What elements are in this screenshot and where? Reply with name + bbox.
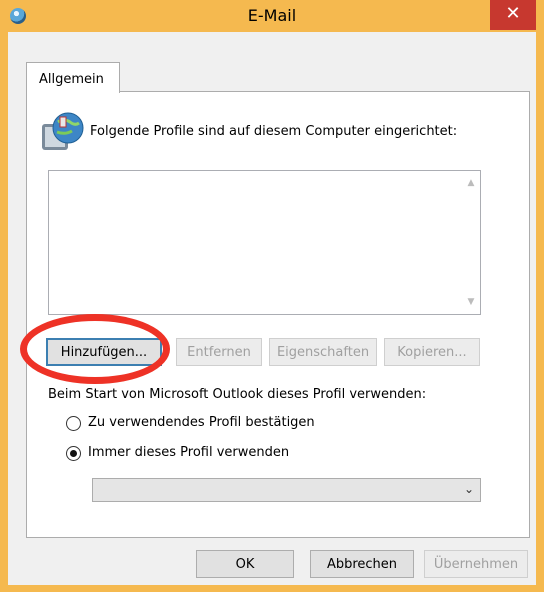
startup-profile-label: Beim Start von Microsoft Outlook dieses … <box>48 387 427 402</box>
profile-properties-button[interactable]: Eigenschaften <box>269 338 377 366</box>
add-profile-button[interactable]: Hinzufügen... <box>46 338 162 366</box>
cancel-button[interactable]: Abbrechen <box>310 550 414 578</box>
radio-button[interactable] <box>66 446 81 461</box>
profile-listbox[interactable]: ▲ ▼ <box>48 170 481 315</box>
radio-button[interactable] <box>66 416 81 431</box>
tab-allgemein[interactable]: Allgemein <box>26 62 120 93</box>
remove-profile-button[interactable]: Entfernen <box>176 338 262 366</box>
radio-label[interactable]: Zu verwendendes Profil bestätigen <box>88 415 315 430</box>
close-button[interactable]: ✕ <box>490 0 536 30</box>
close-icon: ✕ <box>505 3 521 24</box>
title-bar[interactable]: E-Mail ✕ <box>0 0 544 32</box>
chevron-down-icon: ⌄ <box>463 482 474 496</box>
radio-label[interactable]: Immer dieses Profil verwenden <box>88 445 289 460</box>
scroll-down-icon[interactable]: ▼ <box>462 294 480 310</box>
window-title: E-Mail <box>247 6 297 25</box>
ok-button[interactable]: OK <box>196 550 294 578</box>
scroll-up-icon[interactable]: ▲ <box>462 175 480 191</box>
tab-label: Allgemein <box>39 72 104 87</box>
profiles-heading: Folgende Profile sind auf diesem Compute… <box>90 124 458 139</box>
copy-profile-button[interactable]: Kopieren... <box>384 338 480 366</box>
profile-select[interactable]: ⌄ <box>92 478 481 502</box>
apply-button[interactable]: Übernehmen <box>424 550 528 578</box>
mail-profiles-icon <box>42 112 84 150</box>
listbox-scrollbar[interactable]: ▲ ▼ <box>462 171 480 314</box>
